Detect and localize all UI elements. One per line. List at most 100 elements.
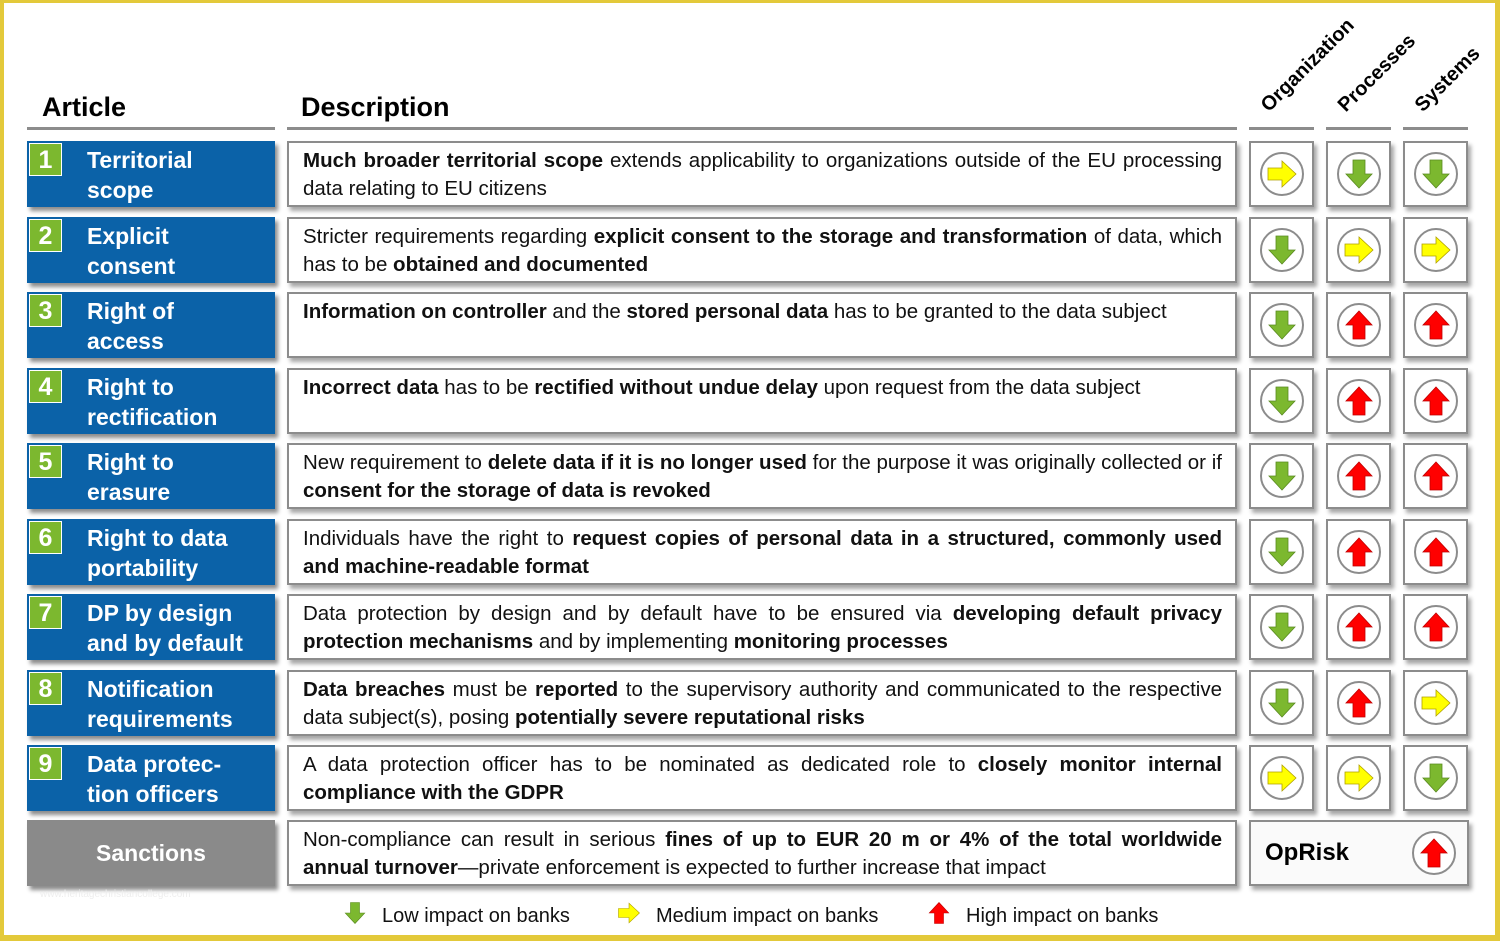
description-fragment: and the (546, 300, 627, 323)
description-fragment: Incorrect data (303, 375, 439, 399)
oprisk-cell: OpRisk (1249, 820, 1469, 886)
article-label-line: Explicit (87, 222, 169, 249)
impact-cell-organization (1249, 292, 1314, 358)
sanctions-label: Sanctions (96, 840, 206, 866)
article-label: Right to rectification (87, 372, 217, 432)
article-label-box: 7 DP by design and by default (27, 594, 275, 660)
article-label: Notification requirements (87, 674, 233, 734)
impact-cell-systems (1403, 518, 1468, 585)
article-label-box: 4 Right to rectification (27, 367, 275, 434)
article-label-line: tion officers (87, 781, 219, 807)
article-row: 1 Territorial scope Much broader territo… (0, 141, 1500, 207)
article-number-badge: 6 (29, 520, 62, 554)
article-number-badge: 1 (29, 143, 62, 176)
article-label-line: access (87, 328, 164, 354)
article-header: Article (42, 92, 127, 122)
article-row: 9 Data protec- tion officers A data prot… (0, 745, 1500, 811)
article-label: Right to data portability (87, 523, 228, 583)
processes-header-rule (1326, 127, 1391, 130)
description-fragment: obtained and documented (393, 252, 649, 276)
impact-cell-organization (1249, 141, 1314, 207)
article-number-badge: 9 (29, 747, 62, 780)
article-label-line: Data protec- (87, 751, 222, 777)
article-label-box: 3 Right of access (27, 292, 275, 358)
sanctions-description: Non-compliance can result in serious fin… (287, 820, 1237, 886)
up-arrow-icon (924, 898, 966, 934)
article-header-rule (27, 127, 275, 130)
description-fragment: upon request from the data subject (817, 375, 1141, 399)
article-row: 7 DP by design and by default Data prote… (0, 594, 1500, 660)
article-label: Data protec- tion officers (87, 749, 221, 809)
article-row: 8 Notification requirements Data breache… (0, 669, 1500, 736)
article-row: 2 Explicit consent Stricter requirements… (0, 216, 1500, 283)
impact-cell-systems (1403, 216, 1468, 283)
description-fragment: Information on controller (303, 300, 547, 323)
description-fragment: consent for the storage of data is revok… (303, 479, 711, 502)
legend-label: High impact on banks (966, 904, 1159, 927)
impact-cell-organization (1249, 594, 1314, 660)
article-number-badge: 4 (29, 369, 62, 403)
oprisk-label: OpRisk (1265, 839, 1350, 866)
article-label: Right of access (87, 296, 174, 356)
impact-cell-organization (1249, 669, 1314, 736)
description-fragment: monitoring processes (733, 630, 948, 653)
legend-item-medium: Medium impact on banks (614, 898, 878, 934)
article-label: DP by design and by default (87, 598, 243, 658)
impact-cell-processes (1326, 594, 1391, 660)
description-fragment: explicit consent to the storage and tran… (593, 224, 1088, 248)
description-fragment: rectified without undue delay (534, 375, 818, 399)
article-label-box: 6 Right to data portability (27, 518, 275, 585)
legend-item-high: High impact on banks (924, 898, 1158, 934)
impact-cell-organization (1249, 367, 1314, 434)
article-description: Data breaches must be reported to the su… (287, 669, 1237, 736)
impact-cell-systems (1403, 669, 1468, 736)
description-fragment: New requirement to (303, 451, 488, 474)
description-fragment: reported (535, 677, 619, 701)
sanctions-label-box: Sanctions (27, 820, 275, 886)
description-fragment: Stricter requirements regarding (303, 224, 594, 248)
impact-cell-processes (1326, 745, 1391, 811)
article-label-line: Territorial (87, 147, 193, 173)
article-label-line: Right of (87, 298, 174, 324)
article-label-line: and by default (87, 630, 243, 656)
impact-cell-systems (1403, 745, 1468, 811)
article-label-line: scope (87, 177, 154, 203)
sanctions-row: Sanctions Non-compliance can result in s… (0, 820, 1500, 886)
article-description: A data protection officer has to be nomi… (287, 745, 1237, 811)
article-description: Incorrect data has to be rectified witho… (287, 367, 1237, 434)
article-description: New requirement to delete data if it is … (287, 443, 1237, 509)
description-fragment: Individuals have the right to (303, 526, 573, 550)
description-fragment: delete data if it is no longer used (487, 451, 807, 474)
description-fragment: Much broader territorial scope (303, 149, 604, 172)
description-fragment: for the purpose it was originally collec… (806, 451, 1222, 474)
article-label-line: Right to (87, 373, 174, 400)
article-description: Information on controller and the stored… (287, 292, 1237, 358)
legend-label: Medium impact on banks (656, 904, 879, 927)
description-fragment: A data protection officer has to be nomi… (303, 753, 978, 776)
impact-cell-organization (1249, 518, 1314, 585)
impact-cell-processes (1326, 669, 1391, 736)
article-label-box: 8 Notification requirements (27, 669, 275, 736)
article-row: 4 Right to rectification Incorrect data … (0, 367, 1500, 434)
impact-cell-systems (1403, 367, 1468, 434)
article-label-line: erasure (87, 479, 171, 505)
legend-item-low: Low impact on banks (340, 898, 570, 934)
article-label-line: requirements (87, 705, 233, 732)
right-arrow-icon (614, 898, 656, 934)
article-label-line: DP by design (87, 600, 233, 626)
description-fragment: has to be (438, 375, 535, 399)
watermark: www.heritagechristiancollege.com (40, 889, 191, 900)
article-label: Territorial scope (87, 145, 193, 205)
article-description: Data protection by design and by default… (287, 594, 1237, 660)
article-label-line: consent (87, 252, 176, 279)
impact-cell-organization (1249, 216, 1314, 283)
article-description: Much broader territorial scope extends a… (287, 141, 1237, 207)
article-label-line: portability (87, 554, 199, 581)
impact-cell-processes (1326, 518, 1391, 585)
impact-cell-processes (1326, 141, 1391, 207)
article-label-line: Notification (87, 675, 214, 702)
article-number-badge: 2 (29, 218, 62, 252)
article-description: Stricter requirements regarding explicit… (287, 216, 1237, 283)
impact-cell-processes (1326, 292, 1391, 358)
article-number-badge: 5 (29, 445, 62, 478)
